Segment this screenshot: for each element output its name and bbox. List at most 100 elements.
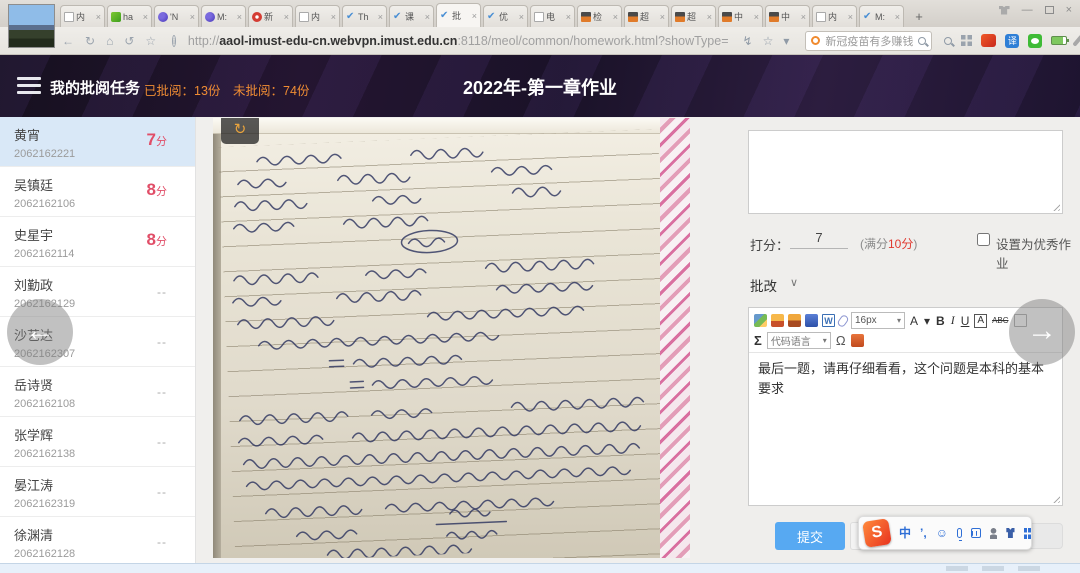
wrench-settings-icon[interactable] (1073, 34, 1080, 47)
font-color-caret-icon[interactable]: ▾ (923, 314, 931, 328)
browser-tab[interactable]: 中× (765, 5, 810, 27)
emoji-icon[interactable]: ☺ (936, 527, 948, 539)
browser-tab[interactable]: 电× (530, 5, 575, 27)
homework-photo[interactable]: ↻ (213, 118, 690, 558)
search-icon[interactable] (918, 37, 926, 45)
close-icon[interactable]: × (143, 12, 148, 22)
insert-picture-icon[interactable] (788, 314, 801, 327)
browser-tab[interactable]: 'N× (154, 5, 199, 27)
word-import-icon[interactable]: W (822, 314, 835, 327)
browser-tab[interactable]: ha× (107, 5, 152, 27)
apps-grid-icon[interactable] (961, 35, 972, 46)
battery-icon[interactable] (1051, 36, 1067, 45)
close-icon[interactable]: × (519, 12, 524, 22)
formula-icon[interactable]: Σ (754, 333, 762, 348)
review-section-label[interactable]: 批改 (750, 275, 777, 295)
rotate-image-button[interactable]: ↻ (221, 118, 259, 144)
insert-image-icon[interactable] (771, 314, 784, 327)
student-row[interactable]: 徐渊清2062162128-- (0, 517, 195, 563)
browser-logo-thumbnail[interactable] (8, 4, 55, 48)
keyboard-icon[interactable] (971, 528, 981, 538)
maximize-icon[interactable] (1045, 6, 1054, 14)
student-row[interactable]: 岳诗贤2062162108-- (0, 367, 195, 417)
browser-tab[interactable]: Th× (342, 5, 387, 27)
bookmark-star-icon[interactable]: ☆ (763, 34, 774, 48)
special-char-icon[interactable]: Ω (836, 333, 846, 348)
sogou-logo-icon[interactable]: S (862, 518, 892, 548)
code-language-select[interactable]: 代码语言▾ (767, 332, 831, 349)
back-icon[interactable]: ← (62, 34, 74, 48)
italic-button[interactable]: I (950, 313, 956, 328)
close-icon[interactable]: × (566, 12, 571, 22)
close-icon[interactable]: × (96, 12, 101, 22)
close-icon[interactable]: × (754, 12, 759, 22)
submit-button[interactable]: 提交 (775, 522, 845, 550)
student-row[interactable]: 吴镇廷20621621068分 (0, 167, 195, 217)
translate-icon[interactable]: 译 (1005, 34, 1019, 48)
insert-media-icon[interactable] (754, 314, 767, 327)
browser-search-box[interactable]: 新冠疫苗有多赚钱 (805, 31, 932, 51)
close-icon[interactable]: × (425, 12, 430, 22)
excellent-checkbox[interactable] (977, 233, 990, 246)
find-icon[interactable] (944, 37, 952, 45)
ime-language-toggle[interactable]: 中 (899, 527, 911, 539)
paste-icon[interactable] (851, 334, 864, 347)
font-color-button[interactable]: A (909, 314, 919, 328)
browser-tab[interactable]: 内× (60, 5, 105, 27)
insert-video-icon[interactable] (805, 314, 818, 327)
underline-button[interactable]: U (960, 314, 971, 328)
browser-tab[interactable]: 内× (812, 5, 857, 27)
microphone-icon[interactable] (957, 528, 962, 538)
ime-punctuation-toggle[interactable]: ’, (920, 527, 927, 539)
browser-tab[interactable]: 优× (483, 5, 528, 27)
student-row[interactable]: 晏江涛2062162319-- (0, 467, 195, 517)
close-icon[interactable]: × (613, 12, 618, 22)
reply-textarea[interactable] (748, 130, 1063, 214)
student-row[interactable]: 黄宵20621622217分 (0, 117, 195, 167)
browser-tab[interactable]: M:× (859, 5, 904, 27)
favorites-star-icon[interactable]: ☆ (145, 34, 156, 48)
close-icon[interactable]: × (895, 12, 900, 22)
close-icon[interactable]: × (378, 12, 383, 22)
browser-tab[interactable]: 新× (248, 5, 293, 27)
refresh-icon[interactable]: ↻ (85, 34, 95, 48)
ime-account-icon[interactable] (990, 528, 997, 539)
font-size-select[interactable]: 16px▾ (851, 312, 905, 329)
close-icon[interactable]: × (331, 12, 336, 22)
site-info-icon[interactable]: i (172, 35, 176, 47)
score-input[interactable] (790, 227, 848, 249)
chevron-down-icon[interactable]: ∨ (790, 276, 798, 289)
close-icon[interactable]: × (190, 12, 195, 22)
student-row[interactable]: 史星宇20621621148分 (0, 217, 195, 267)
dropdown-caret-icon[interactable]: ▾ (783, 34, 789, 48)
browser-tab[interactable]: 内× (295, 5, 340, 27)
close-icon[interactable]: × (707, 12, 712, 22)
attachment-icon[interactable] (836, 313, 849, 327)
speed-mode-icon[interactable]: ↯ (743, 34, 753, 48)
close-icon[interactable]: × (237, 12, 242, 22)
close-icon[interactable]: × (660, 12, 665, 22)
address-bar[interactable]: http://aaol-imust-edu-cn.webvpn.imust.ed… (188, 34, 729, 48)
close-window-icon[interactable]: × (1066, 4, 1072, 16)
close-icon[interactable]: × (848, 12, 853, 22)
strikethrough-button[interactable]: ABC (991, 316, 1009, 325)
comment-text[interactable]: 最后一题，请再仔细看看，这个问题是本科的基本要求 (749, 353, 1062, 483)
close-icon[interactable]: × (472, 11, 477, 21)
ime-skin-icon[interactable] (1006, 528, 1014, 538)
highlight-button[interactable]: A (974, 314, 987, 328)
ime-menu-grid-icon[interactable] (1024, 528, 1031, 539)
wechat-icon[interactable] (1028, 34, 1042, 48)
browser-tab-active[interactable]: 批× (436, 3, 481, 27)
browser-tab[interactable]: M:× (201, 5, 246, 27)
minimize-icon[interactable]: — (1022, 4, 1033, 16)
new-tab-button[interactable]: + (908, 7, 930, 27)
next-student-button[interactable]: → (1009, 299, 1075, 365)
browser-tab[interactable]: 中× (718, 5, 763, 27)
close-icon[interactable]: × (801, 12, 806, 22)
browser-tab[interactable]: 检× (577, 5, 622, 27)
close-icon[interactable]: × (284, 12, 289, 22)
student-row[interactable]: 张学辉2062162138-- (0, 417, 195, 467)
browser-tab[interactable]: 超× (671, 5, 716, 27)
browser-tab[interactable]: 课× (389, 5, 434, 27)
browser-tab[interactable]: 超× (624, 5, 669, 27)
